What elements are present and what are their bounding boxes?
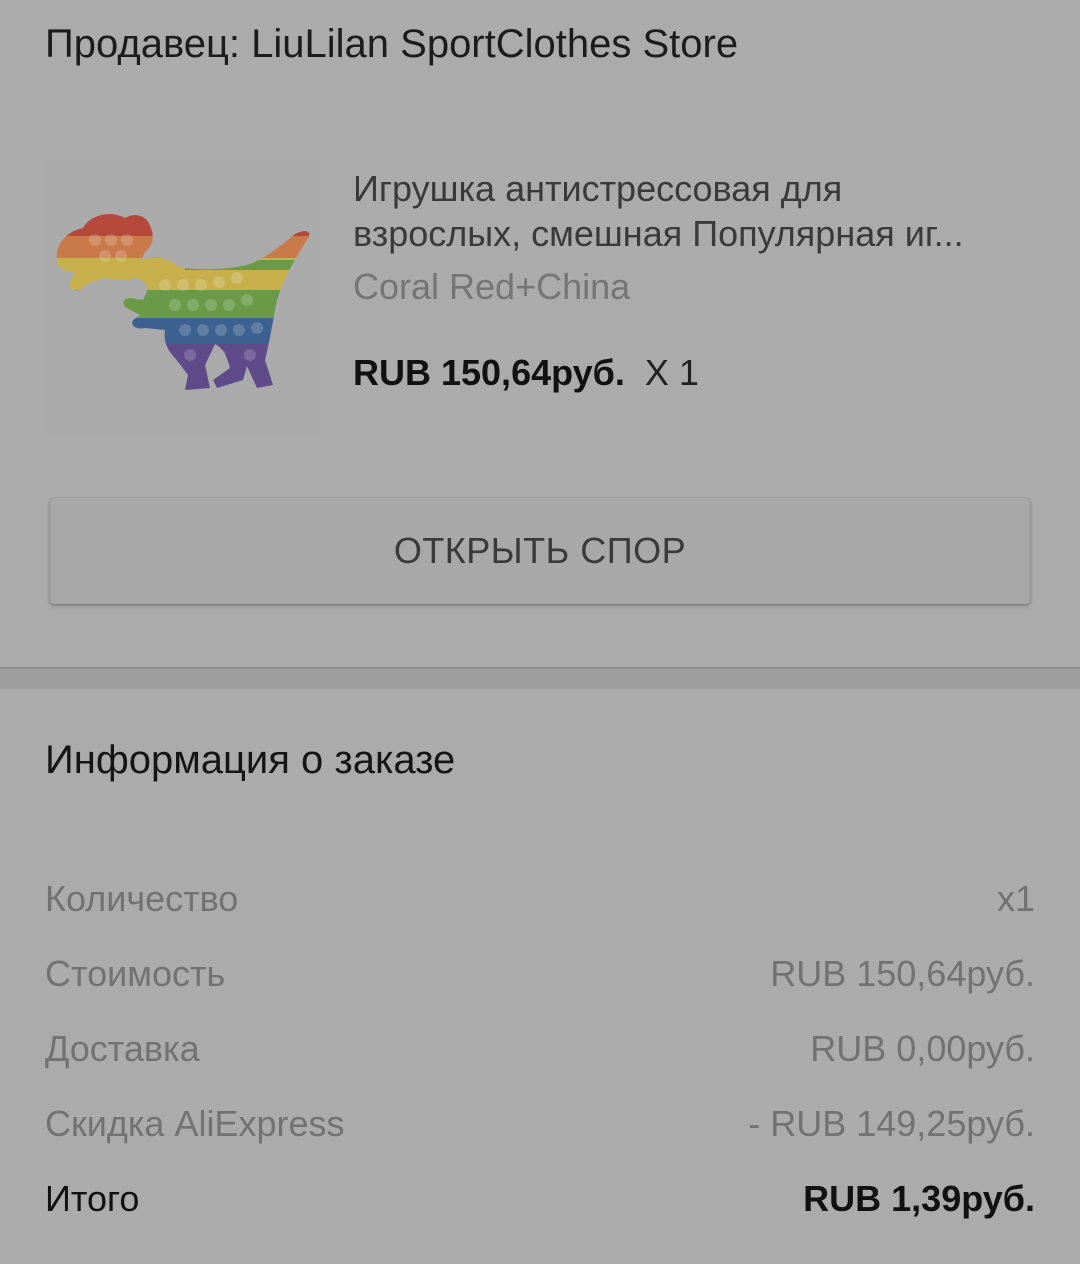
- total-label: Итого: [45, 1178, 140, 1219]
- open-dispute-button[interactable]: ОТКРЫТЬ СПОР: [50, 498, 1030, 604]
- product-price-line: RUB 150,64руб. X 1: [353, 352, 699, 394]
- product-price: RUB 150,64руб.: [353, 352, 625, 393]
- order-info-title: Информация о заказе: [45, 738, 456, 782]
- product-image[interactable]: [45, 160, 320, 435]
- info-value: RUB 150,64руб.: [770, 953, 1035, 994]
- info-label: Количество: [45, 878, 239, 919]
- total-value: RUB 1,39руб.: [803, 1178, 1035, 1219]
- info-value: RUB 0,00руб.: [810, 1028, 1035, 1069]
- section-divider: [0, 667, 1080, 689]
- order-info-row-cost: Стоимость RUB 150,64руб.: [45, 953, 1035, 995]
- order-info-row-discount: Скидка AliExpress - RUB 149,25руб.: [45, 1103, 1035, 1145]
- seller-name[interactable]: Продавец: LiuLilan SportClothes Store: [45, 22, 738, 67]
- order-info-row-quantity: Количество x1: [45, 878, 1035, 920]
- product-title[interactable]: Игрушка антистрессовая для взрослых, сме…: [353, 166, 1043, 256]
- order-info-row-total: Итого RUB 1,39руб.: [45, 1178, 1035, 1220]
- info-label: Скидка AliExpress: [45, 1103, 345, 1144]
- info-value: - RUB 149,25руб.: [748, 1103, 1035, 1144]
- product-title-line-2: взрослых, смешная Популярная иг...: [353, 213, 964, 254]
- rainbow-dinosaur-icon: [56, 214, 310, 390]
- product-title-line-1: Игрушка антистрессовая для: [353, 168, 843, 209]
- product-quantity: X 1: [644, 352, 699, 393]
- info-label: Стоимость: [45, 953, 226, 994]
- info-label: Доставка: [45, 1028, 200, 1069]
- order-info-row-delivery: Доставка RUB 0,00руб.: [45, 1028, 1035, 1070]
- info-value: x1: [996, 878, 1035, 919]
- product-variant: Coral Red+China: [353, 266, 631, 307]
